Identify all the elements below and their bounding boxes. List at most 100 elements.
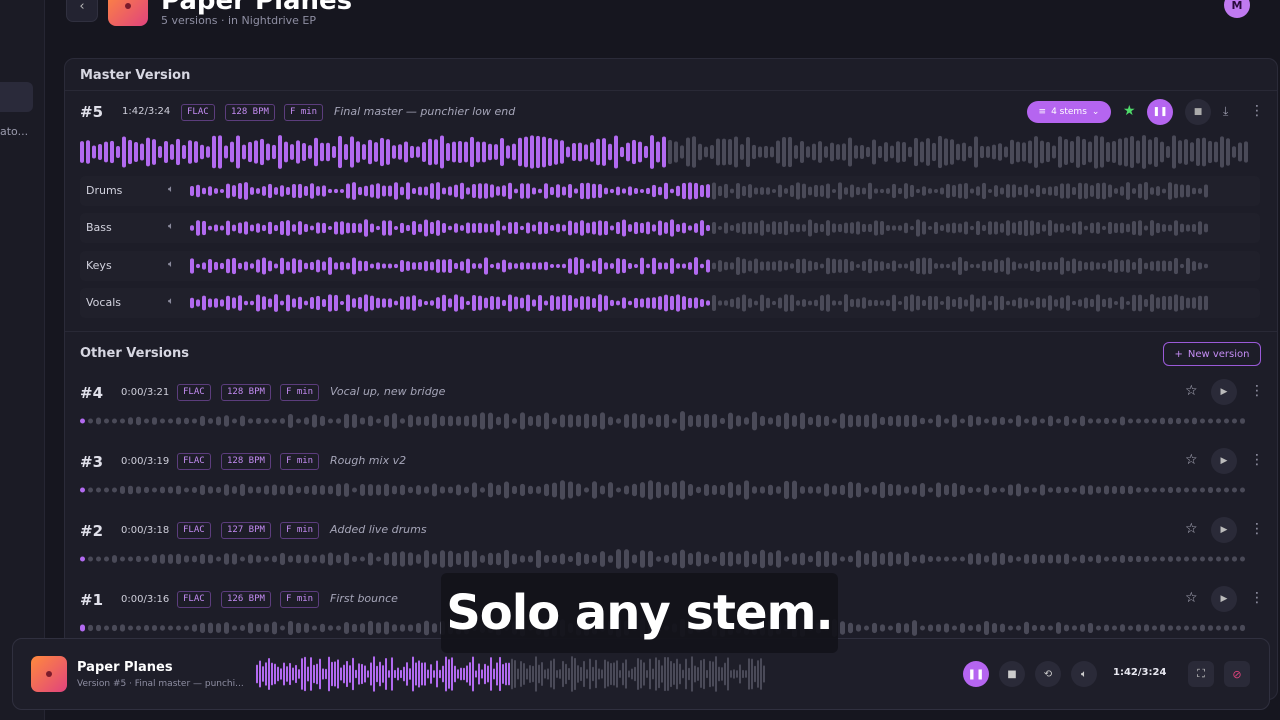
stem-row-keys[interactable]: Keys 🔈︎	[80, 251, 1260, 281]
play-button[interactable]: ▶	[1211, 586, 1237, 612]
waveform-bar	[1064, 624, 1069, 632]
waveform-bar	[655, 657, 657, 691]
close-player-button[interactable]: ⊘	[1224, 661, 1250, 687]
waveform-bar	[736, 257, 740, 275]
stem-label: Keys	[86, 259, 112, 272]
waveform-bar	[379, 661, 381, 687]
stem-waveform[interactable]	[190, 182, 1210, 200]
waveform-bar	[1064, 486, 1069, 494]
waveform-bar	[226, 220, 230, 236]
waveform-bar	[1220, 136, 1224, 168]
stop-button[interactable]: ■	[1185, 99, 1211, 125]
waveform-bar	[730, 188, 734, 194]
version-waveform[interactable]	[80, 549, 1250, 569]
waveform-bar	[264, 485, 269, 495]
waveform-bar	[1168, 182, 1172, 200]
star-icon[interactable]: ★	[1123, 103, 1136, 119]
waveform-bar	[960, 623, 965, 633]
waveform-bar	[700, 220, 704, 236]
waveform-bar	[544, 483, 549, 497]
version-waveform[interactable]	[80, 411, 1250, 431]
waveform-bar	[152, 554, 157, 564]
player-stop-button[interactable]: ■	[999, 661, 1025, 687]
waveform-bar	[800, 141, 804, 163]
waveform-bar	[544, 669, 546, 679]
more-vertical-icon[interactable]: ⋮	[1250, 452, 1264, 468]
waveform-bar	[304, 656, 306, 692]
play-button[interactable]: ▶	[1211, 517, 1237, 543]
waveform-bar	[216, 416, 221, 426]
stem-row-vocals[interactable]: Vocals 🔈︎	[80, 288, 1260, 318]
waveform-bar	[676, 185, 680, 197]
stem-waveform[interactable]	[190, 219, 1210, 237]
waveform-bar	[1016, 483, 1021, 497]
play-icon: ▶	[1220, 456, 1228, 466]
waveform-bar	[898, 300, 902, 306]
star-icon[interactable]: ☆	[1185, 383, 1198, 399]
speaker-icon[interactable]: 🔈︎	[168, 184, 174, 195]
master-waveform[interactable]	[80, 135, 1250, 169]
stem-waveform[interactable]	[190, 294, 1210, 312]
player-waveform[interactable]	[256, 656, 766, 692]
waveform-bar	[568, 667, 570, 681]
waveform-bar	[1060, 297, 1064, 309]
waveform-bar	[439, 669, 441, 679]
volume-button[interactable]: 🔈︎	[1071, 661, 1097, 687]
pause-button[interactable]: ❚❚	[1147, 99, 1173, 125]
download-icon[interactable]: ⤓	[1223, 104, 1228, 119]
repeat-button[interactable]: ⟲	[1035, 661, 1061, 687]
waveform-bar	[1000, 223, 1004, 233]
waveform-bar	[448, 550, 453, 568]
fullscreen-icon: ⛶	[1197, 667, 1205, 680]
waveform-bar	[322, 261, 326, 271]
stem-row-bass[interactable]: Bass 🔈︎	[80, 213, 1260, 243]
star-icon[interactable]: ☆	[1185, 590, 1198, 606]
waveform-bar	[469, 662, 471, 686]
waveform-bar	[226, 183, 230, 199]
waveform-bar	[556, 296, 560, 310]
avatar[interactable]: M	[1224, 0, 1250, 18]
waveform-bar	[280, 221, 284, 235]
waveform-bar	[490, 184, 494, 198]
speaker-icon[interactable]: 🔈︎	[168, 259, 174, 270]
back-button[interactable]: ‹	[66, 0, 98, 22]
waveform-bar	[706, 259, 710, 273]
stem-waveform[interactable]	[190, 257, 1210, 275]
waveform-bar	[304, 300, 308, 306]
stems-button[interactable]: ≡ 4 stems ⌄	[1027, 101, 1111, 123]
stem-row-drums[interactable]: Drums 🔈︎	[80, 176, 1260, 206]
sidebar-active-item[interactable]	[0, 82, 33, 112]
new-version-button[interactable]: + New version	[1163, 342, 1261, 366]
waveform-bar	[634, 221, 638, 235]
more-vertical-icon[interactable]: ⋮	[1250, 383, 1264, 399]
more-vertical-icon[interactable]: ⋮	[1250, 103, 1264, 119]
waveform-bar	[592, 298, 596, 308]
sidebar-item-label[interactable]: ato...	[0, 125, 28, 138]
fullscreen-button[interactable]: ⛶	[1188, 661, 1214, 687]
player-pause-button[interactable]: ❚❚	[963, 661, 989, 687]
waveform-bar	[310, 657, 312, 691]
waveform-bar	[734, 136, 738, 168]
waveform-bar	[370, 295, 374, 311]
star-icon[interactable]: ☆	[1185, 521, 1198, 537]
waveform-bar	[1032, 416, 1037, 426]
waveform-bar	[992, 487, 997, 493]
play-button[interactable]: ▶	[1211, 448, 1237, 474]
more-vertical-icon[interactable]: ⋮	[1250, 521, 1264, 537]
waveform-bar	[360, 623, 365, 633]
waveform-bar	[1144, 262, 1148, 270]
waveform-bar	[236, 135, 240, 169]
more-vertical-icon[interactable]: ⋮	[1250, 590, 1264, 606]
waveform-bar	[680, 145, 684, 159]
version-waveform[interactable]	[80, 480, 1250, 500]
speaker-icon[interactable]: 🔈︎	[168, 296, 174, 307]
waveform-bar	[1144, 299, 1148, 307]
waveform-bar	[508, 294, 512, 312]
waveform-bar	[264, 418, 269, 424]
play-button[interactable]: ▶	[1211, 379, 1237, 405]
speaker-icon[interactable]: 🔈︎	[168, 221, 174, 232]
waveform-bar	[984, 620, 989, 636]
waveform-bar	[806, 146, 810, 158]
waveform-bar	[1042, 224, 1046, 232]
star-icon[interactable]: ☆	[1185, 452, 1198, 468]
